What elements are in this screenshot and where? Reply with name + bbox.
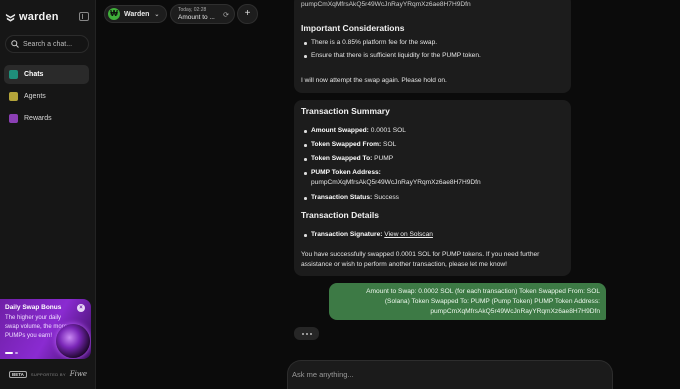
message-heading: Transaction Summary — [301, 106, 390, 116]
token-address-text: pumpCmXqMfrsAkQ5r49WcJnRayYRqmXz6ae8H7H9… — [301, 1, 471, 8]
logo[interactable]: warden — [5, 10, 91, 24]
close-icon[interactable]: × — [77, 304, 85, 312]
beta-badge: BETA — [9, 370, 27, 378]
signature-label: Transaction Signature: — [311, 231, 383, 238]
assistant-message: pumpCmXqMfrsAkQ5r49WcJnRayYRqmXz6ae8H7H9… — [294, 0, 571, 93]
app-name: warden — [19, 11, 59, 23]
list-item: Token Swapped From: SOL — [301, 141, 563, 149]
sidebar-item-label: Rewards — [24, 115, 52, 122]
typing-indicator — [294, 327, 319, 340]
amount-label: Amount Swapped: — [311, 127, 369, 134]
user-message: Amount to Swap: 0.0002 SOL (for each tra… — [329, 283, 606, 320]
message-text: You have successfully swapped 0.0001 SOL… — [301, 251, 540, 268]
refresh-icon[interactable]: ⟳ — [223, 11, 229, 19]
details-list: Transaction Signature: View on Solscan — [301, 231, 433, 239]
sidebar-item-label: Agents — [24, 93, 46, 100]
list-item: PUMP Token Address: pumpCmXqMfrsAkQ5r49Wc… — [301, 169, 563, 188]
status-label: Transaction Status: — [311, 194, 373, 201]
user-message-line: (Solana) Token Swapped To: PUMP (Pump To… — [384, 298, 600, 305]
chat-input[interactable] — [292, 370, 592, 379]
list-item: Amount Swapped: 0.0001 SOL — [301, 127, 563, 135]
to-label: Token Swapped To: — [311, 155, 373, 162]
warden-logo-icon — [5, 13, 16, 22]
considerations-list: There is a 0.85% platform fee for the sw… — [301, 39, 481, 60]
list-item: There is a 0.85% platform fee for the sw… — [301, 39, 481, 47]
address-value: pumpCmXqMfrsAkQ5r49WcJnRayYRqmXz6ae8H7H9… — [311, 179, 481, 186]
add-tab-button[interactable]: + — [237, 4, 258, 24]
list-item: Transaction Status: Success — [301, 194, 563, 202]
chat-tab[interactable]: Today, 02:28 Amount to ... ⟳ — [170, 4, 235, 24]
message-heading: Transaction Details — [301, 210, 379, 220]
rewards-icon — [9, 114, 18, 123]
sidebar-item-agents[interactable]: Agents — [4, 87, 89, 106]
assistant-message: Transaction Summary Amount Swapped: 0.00… — [294, 100, 571, 276]
user-message-line: pumpCmXqMfrsAkQ5r49WcJnRayYRqmXz6ae8H7H9… — [430, 308, 600, 315]
token-selector[interactable]: ₩ Warden ⌄ — [104, 5, 167, 23]
sidebar: warden Search a chat... Chats Agents Rew… — [0, 0, 96, 389]
message-text: I will now attempt the swap again. Pleas… — [301, 77, 447, 84]
search-placeholder: Search a chat... — [23, 40, 73, 48]
list-item: Token Swapped To: PUMP — [301, 155, 563, 163]
from-value: SOL — [381, 141, 397, 148]
sidebar-footer: BETA SUPPORTED BY Fiwe — [9, 370, 87, 378]
solscan-link[interactable]: View on Solscan — [384, 231, 433, 238]
to-value: PUMP — [372, 155, 394, 162]
status-value: Success — [372, 194, 399, 201]
sidebar-toggle-icon[interactable] — [79, 12, 89, 21]
user-message-line: Amount to Swap: 0.0002 SOL (for each tra… — [366, 288, 600, 295]
search-input[interactable]: Search a chat... — [5, 35, 89, 53]
from-label: Token Swapped From: — [311, 141, 382, 148]
warden-token-icon: ₩ — [108, 8, 120, 20]
token-name: Warden — [124, 10, 150, 18]
sidebar-item-chats[interactable]: Chats — [4, 65, 89, 84]
amount-value: 0.0001 SOL — [368, 127, 406, 134]
search-icon — [11, 40, 19, 48]
supported-by-label: SUPPORTED BY — [30, 371, 66, 377]
chat-icon — [9, 70, 18, 79]
chat-composer[interactable] — [287, 360, 613, 389]
address-label: PUMP Token Address: — [311, 169, 381, 176]
daily-swap-bonus-banner[interactable]: Daily Swap Bonus The higher your daily s… — [0, 299, 91, 359]
partner-logo: Fiwe — [69, 370, 88, 378]
chevron-down-icon: ⌄ — [154, 11, 160, 18]
summary-list: Amount Swapped: 0.0001 SOL Token Swapped… — [301, 127, 563, 202]
message-heading: Important Considerations — [301, 23, 405, 33]
orb-illustration — [56, 324, 90, 358]
list-item: Ensure that there is sufficient liquidit… — [301, 52, 481, 60]
list-item: Transaction Signature: View on Solscan — [301, 231, 433, 239]
sidebar-item-label: Chats — [24, 71, 44, 78]
carousel-dots[interactable] — [5, 352, 18, 354]
agents-icon — [9, 92, 18, 101]
sidebar-item-rewards[interactable]: Rewards — [4, 109, 89, 128]
